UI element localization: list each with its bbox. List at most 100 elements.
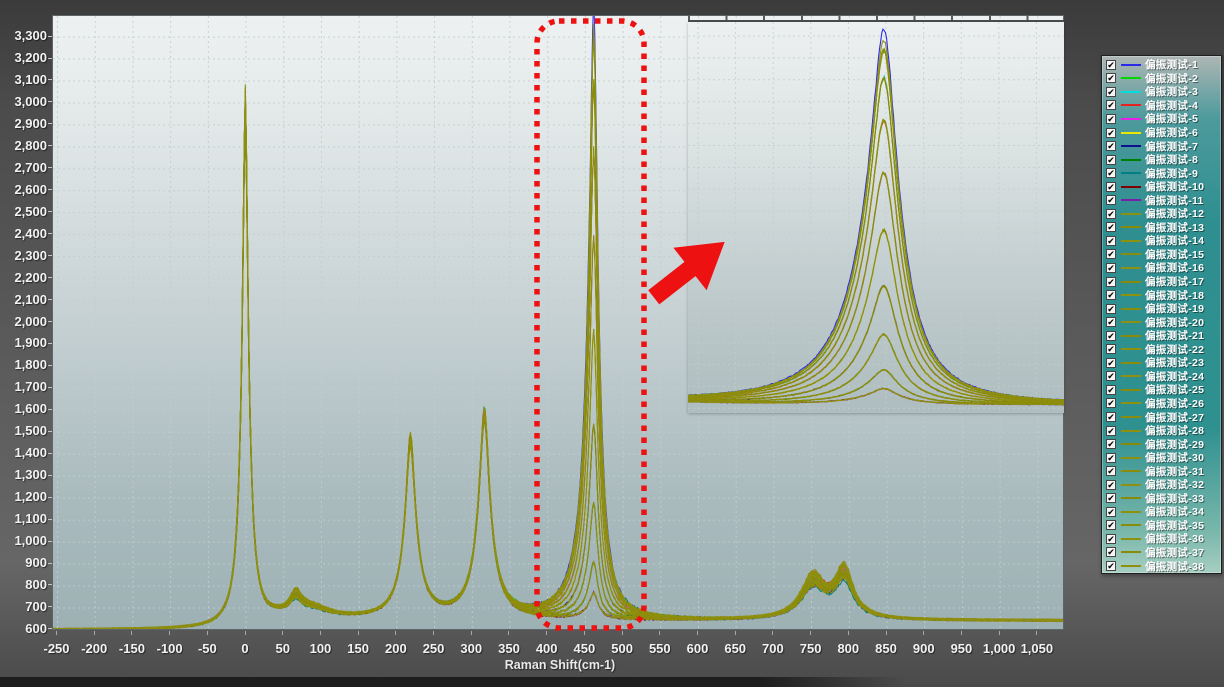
legend-item-33[interactable]: ✔偏振测试-33 bbox=[1106, 492, 1221, 506]
x-tick-mark bbox=[471, 631, 472, 635]
legend-item-9[interactable]: ✔偏振测试-9 bbox=[1106, 166, 1221, 180]
y-tick-mark bbox=[48, 497, 52, 498]
series-checkbox[interactable]: ✔ bbox=[1106, 73, 1116, 83]
series-legend[interactable]: ✔偏振测试-1✔偏振测试-2✔偏振测试-3✔偏振测试-4✔偏振测试-5✔偏振测试… bbox=[1101, 55, 1222, 574]
x-tick-mark bbox=[961, 631, 962, 635]
legend-item-14[interactable]: ✔偏振测试-14 bbox=[1106, 234, 1221, 248]
series-checkbox[interactable]: ✔ bbox=[1106, 412, 1116, 422]
series-checkbox[interactable]: ✔ bbox=[1106, 263, 1116, 273]
series-checkbox[interactable]: ✔ bbox=[1106, 182, 1116, 192]
series-checkbox[interactable]: ✔ bbox=[1106, 358, 1116, 368]
series-checkbox[interactable]: ✔ bbox=[1106, 87, 1116, 97]
legend-item-34[interactable]: ✔偏振测试-34 bbox=[1106, 505, 1221, 519]
y-tick-mark bbox=[48, 519, 52, 520]
legend-item-22[interactable]: ✔偏振测试-22 bbox=[1106, 342, 1221, 356]
series-checkbox[interactable]: ✔ bbox=[1106, 222, 1116, 232]
legend-item-30[interactable]: ✔偏振测试-30 bbox=[1106, 451, 1221, 465]
series-color-swatch bbox=[1121, 443, 1141, 445]
series-color-swatch bbox=[1121, 91, 1141, 93]
legend-item-21[interactable]: ✔偏振测试-21 bbox=[1106, 329, 1221, 343]
series-color-swatch bbox=[1121, 294, 1141, 296]
series-checkbox[interactable]: ✔ bbox=[1106, 331, 1116, 341]
x-tick-mark bbox=[546, 631, 547, 635]
y-tick-mark bbox=[48, 409, 52, 410]
legend-item-18[interactable]: ✔偏振测试-18 bbox=[1106, 288, 1221, 302]
legend-item-2[interactable]: ✔偏振测试-2 bbox=[1106, 72, 1221, 86]
legend-item-4[interactable]: ✔偏振测试-4 bbox=[1106, 99, 1221, 113]
legend-item-15[interactable]: ✔偏振测试-15 bbox=[1106, 248, 1221, 262]
series-checkbox[interactable]: ✔ bbox=[1106, 466, 1116, 476]
x-tick-mark bbox=[848, 631, 849, 635]
legend-item-38[interactable]: ✔偏振测试-38 bbox=[1106, 559, 1221, 573]
legend-item-23[interactable]: ✔偏振测试-23 bbox=[1106, 356, 1221, 370]
legend-item-37[interactable]: ✔偏振测试-37 bbox=[1106, 546, 1221, 560]
legend-item-16[interactable]: ✔偏振测试-16 bbox=[1106, 261, 1221, 275]
series-checkbox[interactable]: ✔ bbox=[1106, 155, 1116, 165]
legend-item-31[interactable]: ✔偏振测试-31 bbox=[1106, 464, 1221, 478]
legend-item-36[interactable]: ✔偏振测试-36 bbox=[1106, 532, 1221, 546]
legend-item-1[interactable]: ✔偏振测试-1 bbox=[1106, 58, 1221, 72]
y-tick-mark bbox=[48, 299, 52, 300]
series-checkbox[interactable]: ✔ bbox=[1106, 507, 1116, 517]
series-checkbox[interactable]: ✔ bbox=[1106, 385, 1116, 395]
series-checkbox[interactable]: ✔ bbox=[1106, 520, 1116, 530]
legend-item-19[interactable]: ✔偏振测试-19 bbox=[1106, 302, 1221, 316]
series-checkbox[interactable]: ✔ bbox=[1106, 534, 1116, 544]
y-tick-mark bbox=[48, 343, 52, 344]
series-checkbox[interactable]: ✔ bbox=[1106, 439, 1116, 449]
y-tick-label: 700 bbox=[0, 599, 47, 614]
series-checkbox[interactable]: ✔ bbox=[1106, 290, 1116, 300]
series-color-swatch bbox=[1121, 159, 1141, 161]
legend-item-25[interactable]: ✔偏振测试-25 bbox=[1106, 383, 1221, 397]
series-checkbox[interactable]: ✔ bbox=[1106, 209, 1116, 219]
series-checkbox[interactable]: ✔ bbox=[1106, 141, 1116, 151]
series-checkbox[interactable]: ✔ bbox=[1106, 493, 1116, 503]
legend-item-11[interactable]: ✔偏振测试-11 bbox=[1106, 193, 1221, 207]
legend-item-6[interactable]: ✔偏振测试-6 bbox=[1106, 126, 1221, 140]
legend-item-8[interactable]: ✔偏振测试-8 bbox=[1106, 153, 1221, 167]
legend-item-7[interactable]: ✔偏振测试-7 bbox=[1106, 139, 1221, 153]
series-checkbox[interactable]: ✔ bbox=[1106, 60, 1116, 70]
inset-zoom-plot[interactable] bbox=[688, 22, 1064, 413]
series-checkbox[interactable]: ✔ bbox=[1106, 249, 1116, 259]
legend-item-13[interactable]: ✔偏振测试-13 bbox=[1106, 221, 1221, 235]
x-tick-mark bbox=[358, 631, 359, 635]
legend-item-20[interactable]: ✔偏振测试-20 bbox=[1106, 315, 1221, 329]
series-checkbox[interactable]: ✔ bbox=[1106, 100, 1116, 110]
series-checkbox[interactable]: ✔ bbox=[1106, 277, 1116, 287]
series-checkbox[interactable]: ✔ bbox=[1106, 344, 1116, 354]
series-checkbox[interactable]: ✔ bbox=[1106, 453, 1116, 463]
legend-item-29[interactable]: ✔偏振测试-29 bbox=[1106, 437, 1221, 451]
series-checkbox[interactable]: ✔ bbox=[1106, 398, 1116, 408]
series-checkbox[interactable]: ✔ bbox=[1106, 128, 1116, 138]
series-checkbox[interactable]: ✔ bbox=[1106, 426, 1116, 436]
legend-item-10[interactable]: ✔偏振测试-10 bbox=[1106, 180, 1221, 194]
series-checkbox[interactable]: ✔ bbox=[1106, 304, 1116, 314]
y-tick-label: 2,600 bbox=[0, 182, 47, 197]
legend-item-28[interactable]: ✔偏振测试-28 bbox=[1106, 424, 1221, 438]
series-checkbox[interactable]: ✔ bbox=[1106, 168, 1116, 178]
series-checkbox[interactable]: ✔ bbox=[1106, 561, 1116, 571]
series-color-swatch bbox=[1121, 226, 1141, 228]
legend-item-26[interactable]: ✔偏振测试-26 bbox=[1106, 397, 1221, 411]
y-tick-label: 2,200 bbox=[0, 270, 47, 285]
series-color-swatch bbox=[1121, 172, 1141, 174]
series-checkbox[interactable]: ✔ bbox=[1106, 547, 1116, 557]
legend-item-12[interactable]: ✔偏振测试-12 bbox=[1106, 207, 1221, 221]
series-checkbox[interactable]: ✔ bbox=[1106, 195, 1116, 205]
series-checkbox[interactable]: ✔ bbox=[1106, 236, 1116, 246]
legend-item-3[interactable]: ✔偏振测试-3 bbox=[1106, 85, 1221, 99]
series-color-swatch bbox=[1121, 565, 1141, 567]
y-tick-mark bbox=[48, 453, 52, 454]
legend-item-24[interactable]: ✔偏振测试-24 bbox=[1106, 370, 1221, 384]
legend-item-35[interactable]: ✔偏振测试-35 bbox=[1106, 519, 1221, 533]
series-checkbox[interactable]: ✔ bbox=[1106, 114, 1116, 124]
legend-item-5[interactable]: ✔偏振测试-5 bbox=[1106, 112, 1221, 126]
series-checkbox[interactable]: ✔ bbox=[1106, 317, 1116, 327]
legend-item-32[interactable]: ✔偏振测试-32 bbox=[1106, 478, 1221, 492]
series-checkbox[interactable]: ✔ bbox=[1106, 480, 1116, 490]
legend-item-27[interactable]: ✔偏振测试-27 bbox=[1106, 410, 1221, 424]
legend-item-17[interactable]: ✔偏振测试-17 bbox=[1106, 275, 1221, 289]
series-color-swatch bbox=[1121, 267, 1141, 269]
series-checkbox[interactable]: ✔ bbox=[1106, 371, 1116, 381]
